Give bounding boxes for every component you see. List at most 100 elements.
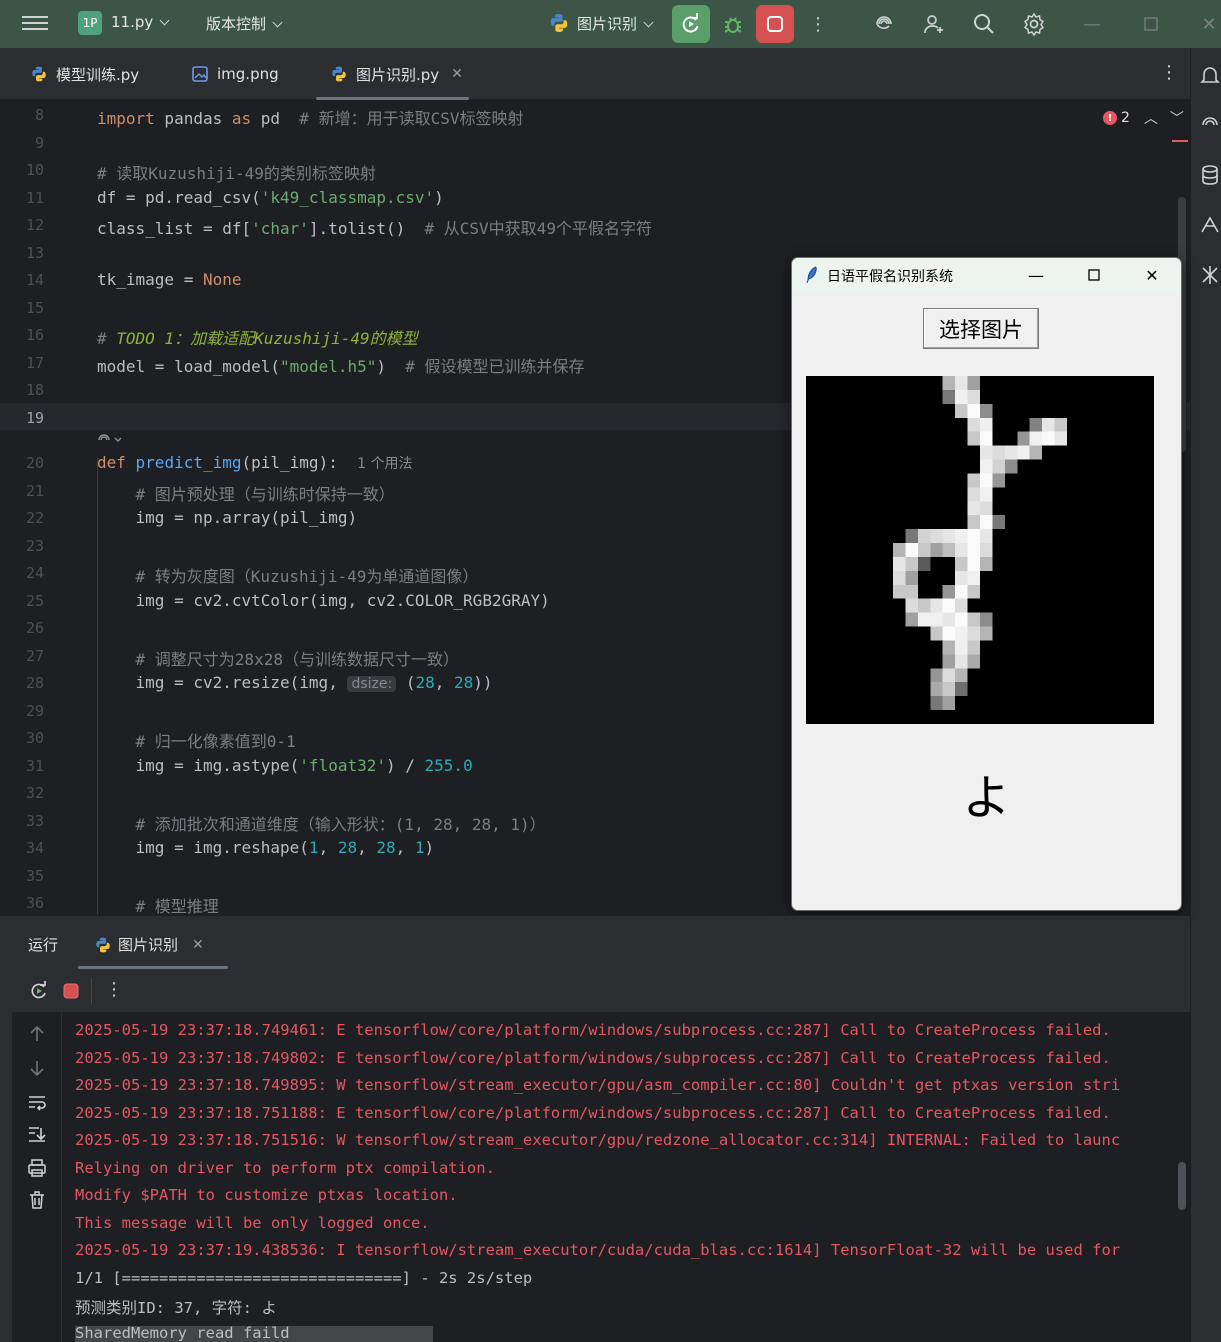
tab-close-icon[interactable]: ✕ <box>192 937 204 953</box>
run-panel: 运行 图片识别 ✕ ⋮ 2025-05-19 23:37:18.749461: … <box>0 915 1190 1342</box>
more-options-icon[interactable]: ⋮ <box>105 979 123 1000</box>
glyph-pixel <box>955 376 968 390</box>
console-line: 2025-05-19 23:37:18.749461: E tensorflow… <box>75 1021 1111 1039</box>
minimize-window-icon[interactable]: — <box>1080 12 1104 36</box>
run-config-tab[interactable]: 图片识别 ✕ <box>78 934 228 969</box>
glyph-pixel <box>942 389 956 404</box>
plugin-icon[interactable] <box>1199 264 1221 286</box>
glyph-pixel <box>942 654 956 669</box>
glyph-pixel <box>980 626 993 641</box>
close-window-icon[interactable]: ✕ <box>1197 12 1221 36</box>
next-error-icon[interactable]: ﹀ <box>1170 108 1184 128</box>
database-icon[interactable] <box>1199 164 1221 186</box>
code-line: # 模型推理 <box>135 897 219 915</box>
glyph-pixel <box>917 529 931 544</box>
tab-img-png[interactable]: img.png <box>191 48 279 100</box>
glyph-pixel <box>1029 417 1043 432</box>
console-line: 2025-05-19 23:37:19.438536: I tensorflow… <box>75 1241 1121 1259</box>
glyph-pixel <box>1017 445 1030 460</box>
settings-gear-icon[interactable] <box>1022 12 1046 36</box>
tab-image-recognition[interactable]: 图片识别.py ✕ <box>316 48 469 100</box>
line-number: 32 <box>25 784 44 802</box>
console-scrollbar[interactable] <box>1178 1162 1186 1210</box>
glyph-pixel <box>955 640 968 655</box>
scroll-up-icon[interactable] <box>27 1024 47 1044</box>
tk-maximize-icon[interactable] <box>1082 263 1106 287</box>
project-badge[interactable]: 1P <box>78 11 102 35</box>
tab-model-training[interactable]: 模型训练.py <box>30 48 139 100</box>
stop-icon <box>767 16 783 32</box>
select-image-button[interactable]: 选择图片 <box>923 308 1039 349</box>
tk-title-bar[interactable]: 日语平假名识别系统 — ✕ <box>792 258 1181 292</box>
glyph-pixel <box>893 543 906 557</box>
console-line: Relying on driver to perform ptx compila… <box>75 1159 495 1177</box>
main-menu-icon[interactable] <box>22 12 48 34</box>
glyph-pixel <box>980 431 993 446</box>
glyph-pixel <box>930 529 943 544</box>
glyph-pixel <box>942 376 956 390</box>
prev-error-icon[interactable]: ︿ <box>1144 108 1158 128</box>
run-config-selector[interactable]: 图片识别 <box>577 13 652 34</box>
ai-inlay-icon[interactable] <box>97 433 127 447</box>
glyph-pixel <box>917 556 931 571</box>
line-number: 22 <box>25 509 44 527</box>
glyph-pixel <box>1029 431 1043 446</box>
glyph-pixel <box>942 543 956 557</box>
inspection-widget[interactable]: ! 2 ︿ ﹀ <box>1103 108 1184 128</box>
line-number: 24 <box>25 564 44 582</box>
ai-assistant-icon[interactable] <box>872 12 896 36</box>
rerun-button[interactable] <box>672 5 710 43</box>
glyph-pixel <box>942 626 956 641</box>
glyph-pixel <box>930 598 943 613</box>
glyph-pixel <box>905 584 918 599</box>
code-line: tk_image = None <box>97 270 242 289</box>
print-icon[interactable] <box>27 1158 47 1178</box>
line-number: 35 <box>25 867 44 885</box>
python-file-icon <box>332 66 346 82</box>
glyph-pixel <box>967 626 980 641</box>
project-selector[interactable]: 11.py <box>111 13 168 31</box>
line-number: 28 <box>25 674 44 692</box>
glyph-pixel <box>980 556 993 571</box>
console-line: 2025-05-19 23:37:18.749895: W tensorflow… <box>75 1076 1121 1094</box>
line-number: 21 <box>25 482 44 500</box>
soft-wrap-icon[interactable] <box>27 1092 47 1112</box>
usages-hint[interactable]: 1 个用法 <box>357 456 412 472</box>
rerun-icon[interactable] <box>29 981 49 1001</box>
trash-icon[interactable] <box>27 1190 47 1210</box>
glyph-pixel <box>955 668 968 683</box>
vcs-menu[interactable]: 版本控制 <box>206 13 281 34</box>
toolbar-divider <box>91 978 92 1004</box>
search-icon[interactable] <box>972 12 996 36</box>
more-actions-icon[interactable]: ⋮ <box>806 12 830 36</box>
debug-button[interactable] <box>714 5 752 43</box>
tk-minimize-icon[interactable]: — <box>1024 263 1048 287</box>
glyph-pixel <box>992 473 1005 488</box>
scroll-to-end-icon[interactable] <box>27 1124 47 1144</box>
console-output[interactable]: 2025-05-19 23:37:18.749461: E tensorflow… <box>62 1012 1190 1342</box>
code-line: df = pd.read_csv('k49_classmap.csv') <box>97 188 444 207</box>
stop-icon[interactable] <box>61 981 81 1001</box>
glyph-pixel <box>955 529 968 544</box>
error-stripe-marker[interactable] <box>1172 140 1188 142</box>
notifications-bell-icon[interactable] <box>1199 64 1221 86</box>
maximize-window-icon[interactable] <box>1139 12 1163 36</box>
python-file-icon <box>32 66 46 82</box>
glyph-pixel <box>955 612 968 627</box>
glyph-pixel <box>967 570 980 585</box>
tab-close-icon[interactable]: ✕ <box>451 66 463 82</box>
line-number: 12 <box>25 216 44 234</box>
tk-close-icon[interactable]: ✕ <box>1140 263 1164 287</box>
python-packages-icon[interactable] <box>1199 214 1221 236</box>
scroll-down-icon[interactable] <box>27 1058 47 1078</box>
run-tool-tab[interactable]: 运行 <box>28 934 58 955</box>
stop-button[interactable] <box>756 5 794 43</box>
ai-chat-icon[interactable] <box>1199 114 1221 136</box>
tab-options-icon[interactable]: ⋮ <box>1160 62 1178 83</box>
console-line: This message will be only logged once. <box>75 1214 430 1232</box>
add-user-icon[interactable] <box>922 12 946 36</box>
glyph-pixel <box>980 515 993 530</box>
line-number: 25 <box>25 592 44 610</box>
glyph-pixel <box>967 529 980 544</box>
glyph-pixel <box>980 445 993 460</box>
